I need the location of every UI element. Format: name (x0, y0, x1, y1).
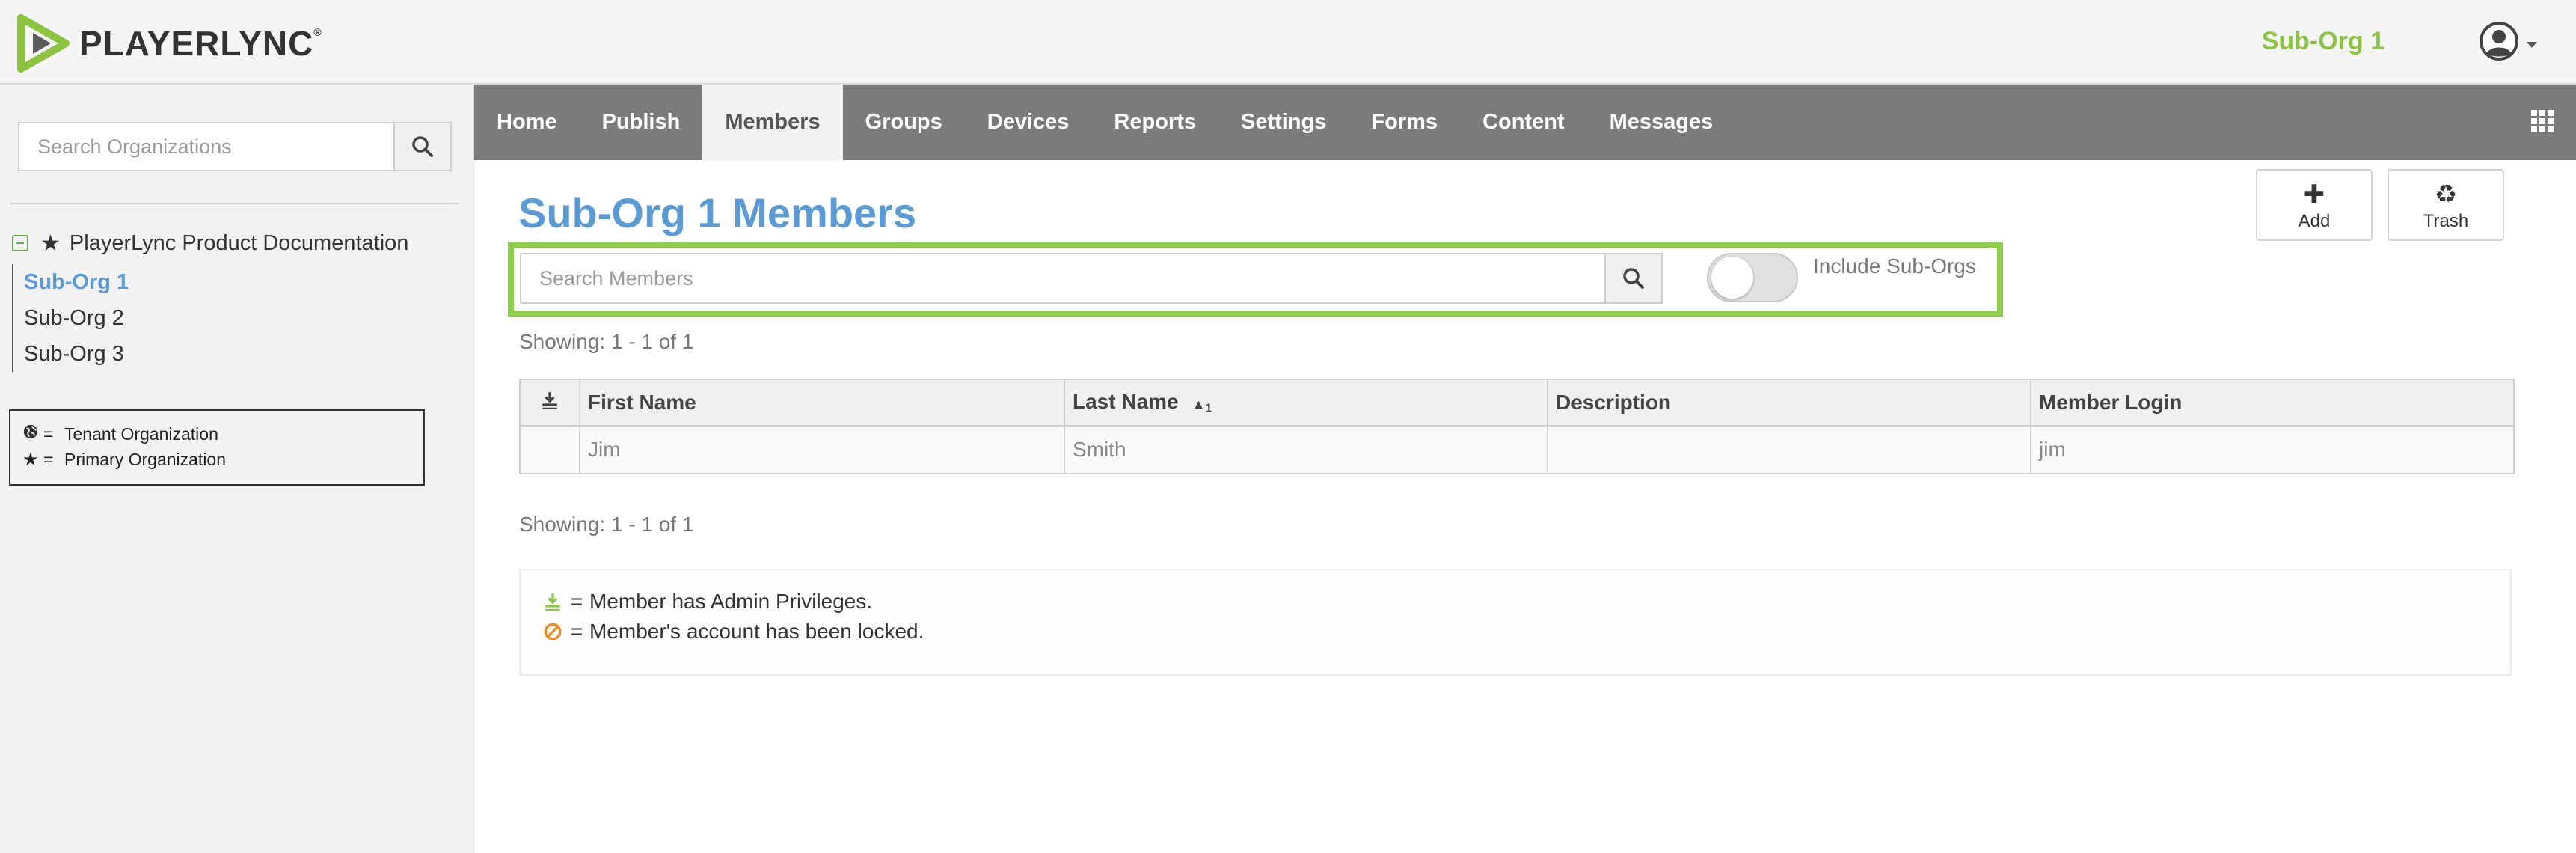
star-icon: ★ (22, 449, 39, 470)
members-table: First Name Last Name ▲1 Description Membe… (519, 379, 2515, 474)
nav-messages[interactable]: Messages (1587, 85, 1736, 160)
showing-count-bottom: Showing: 1 - 1 of 1 (519, 513, 694, 536)
include-suborgs-toggle[interactable] (1707, 253, 1798, 302)
table-header-row: First Name Last Name ▲1 Description Membe… (520, 379, 2514, 426)
legend-text: Member's account has been locked. (589, 620, 924, 643)
member-search-button[interactable] (1604, 253, 1663, 304)
org-search (18, 122, 452, 171)
nav-home[interactable]: Home (474, 85, 580, 160)
user-avatar-icon (2480, 22, 2518, 61)
org-search-button[interactable] (393, 122, 452, 171)
legend-row: ★ = Primary Organization (22, 449, 227, 470)
main-nav: Home Publish Members Groups Devices Repo… (474, 85, 2576, 160)
last-name-header-label: Last Name (1073, 389, 1179, 413)
description-cell (1548, 426, 2031, 474)
current-org-name[interactable]: Sub-Org 1 (2262, 27, 2385, 56)
admin-icon (542, 391, 557, 409)
sidebar-divider (10, 203, 459, 204)
playerlync-logo-icon (17, 14, 70, 73)
nav-forms[interactable]: Forms (1349, 85, 1460, 160)
last-name-header[interactable]: Last Name ▲1 (1064, 379, 1548, 426)
toggle-knob (1711, 257, 1753, 299)
member-login-cell[interactable]: jim (2031, 426, 2514, 474)
user-menu[interactable] (2479, 21, 2537, 61)
playerlync-logo[interactable]: PLAYERLYNC® (16, 13, 322, 73)
member-search (520, 253, 1663, 304)
page-title: Sub-Org 1 Members (518, 189, 917, 236)
legend-row: = Member has Admin Privileges. (542, 587, 2489, 617)
nav-settings[interactable]: Settings (1218, 85, 1349, 160)
org-search-input[interactable] (18, 122, 393, 171)
legend-label: Tenant Organization (64, 424, 218, 444)
org-tree-item-sub-org-3[interactable]: Sub-Org 3 (24, 336, 408, 372)
nav-reports[interactable]: Reports (1091, 85, 1218, 160)
include-suborgs-label: Include Sub-Orgs (1813, 254, 1976, 278)
member-search-input[interactable] (520, 253, 1604, 304)
recycle-icon: ♻ (2434, 180, 2458, 209)
sidebar: ★ PlayerLync Product Documentation Sub-O… (0, 85, 474, 853)
legend-text: Member has Admin Privileges. (589, 590, 873, 613)
org-tree: ★ PlayerLync Product Documentation Sub-O… (12, 225, 408, 372)
plus-icon: ✚ (2303, 180, 2325, 209)
trash-button[interactable]: ♻ Trash (2388, 169, 2504, 241)
chevron-down-icon (2527, 42, 2537, 48)
nav-devices[interactable]: Devices (965, 85, 1092, 160)
app-grid-icon[interactable] (2531, 110, 2554, 132)
collapse-icon[interactable] (12, 235, 28, 251)
logo-text: PLAYERLYNC® (79, 24, 322, 63)
org-tree-root-label[interactable]: PlayerLync Product Documentation (70, 231, 409, 256)
member-legend: = Member has Admin Privileges. = Member'… (519, 569, 2512, 676)
nav-content[interactable]: Content (1460, 85, 1587, 160)
sort-ascending-icon: ▲1 (1192, 396, 1212, 415)
org-legend: = Tenant Organization ★ = Primary Organi… (9, 409, 425, 486)
description-header[interactable]: Description (1548, 379, 2031, 426)
first-name-cell[interactable]: Jim (580, 426, 1065, 474)
locked-icon (542, 622, 564, 641)
search-icon (1623, 268, 1644, 289)
search-icon (412, 136, 433, 157)
nav-publish[interactable]: Publish (580, 85, 703, 160)
add-button-label: Add (2298, 211, 2331, 231)
org-tree-item-sub-org-2[interactable]: Sub-Org 2 (24, 300, 408, 336)
globe-icon (22, 424, 43, 445)
member-login-header[interactable]: Member Login (2031, 379, 2514, 426)
legend-row: = Member's account has been locked. (542, 617, 2489, 646)
first-name-header[interactable]: First Name (580, 379, 1065, 426)
admin-cell (520, 426, 580, 474)
legend-row: = Tenant Organization (22, 421, 411, 447)
app-header: PLAYERLYNC® Sub-Org 1 (0, 0, 2576, 85)
last-name-cell[interactable]: Smith (1064, 426, 1548, 474)
table-row[interactable]: Jim Smith jim (520, 426, 2514, 474)
org-tree-item-sub-org-1[interactable]: Sub-Org 1 (24, 264, 408, 300)
legend-label: Primary Organization (64, 449, 227, 469)
org-tree-children: Sub-Org 1 Sub-Org 2 Sub-Org 3 (12, 264, 408, 372)
org-tree-root[interactable]: ★ PlayerLync Product Documentation (12, 225, 408, 261)
admin-icon (542, 592, 564, 611)
trash-button-label: Trash (2423, 211, 2469, 231)
star-icon: ★ (40, 230, 61, 256)
showing-count-top: Showing: 1 - 1 of 1 (519, 330, 694, 353)
nav-groups[interactable]: Groups (843, 85, 965, 160)
admin-column-header[interactable] (520, 379, 580, 426)
add-button[interactable]: ✚ Add (2256, 169, 2373, 241)
nav-members[interactable]: Members (702, 85, 843, 160)
